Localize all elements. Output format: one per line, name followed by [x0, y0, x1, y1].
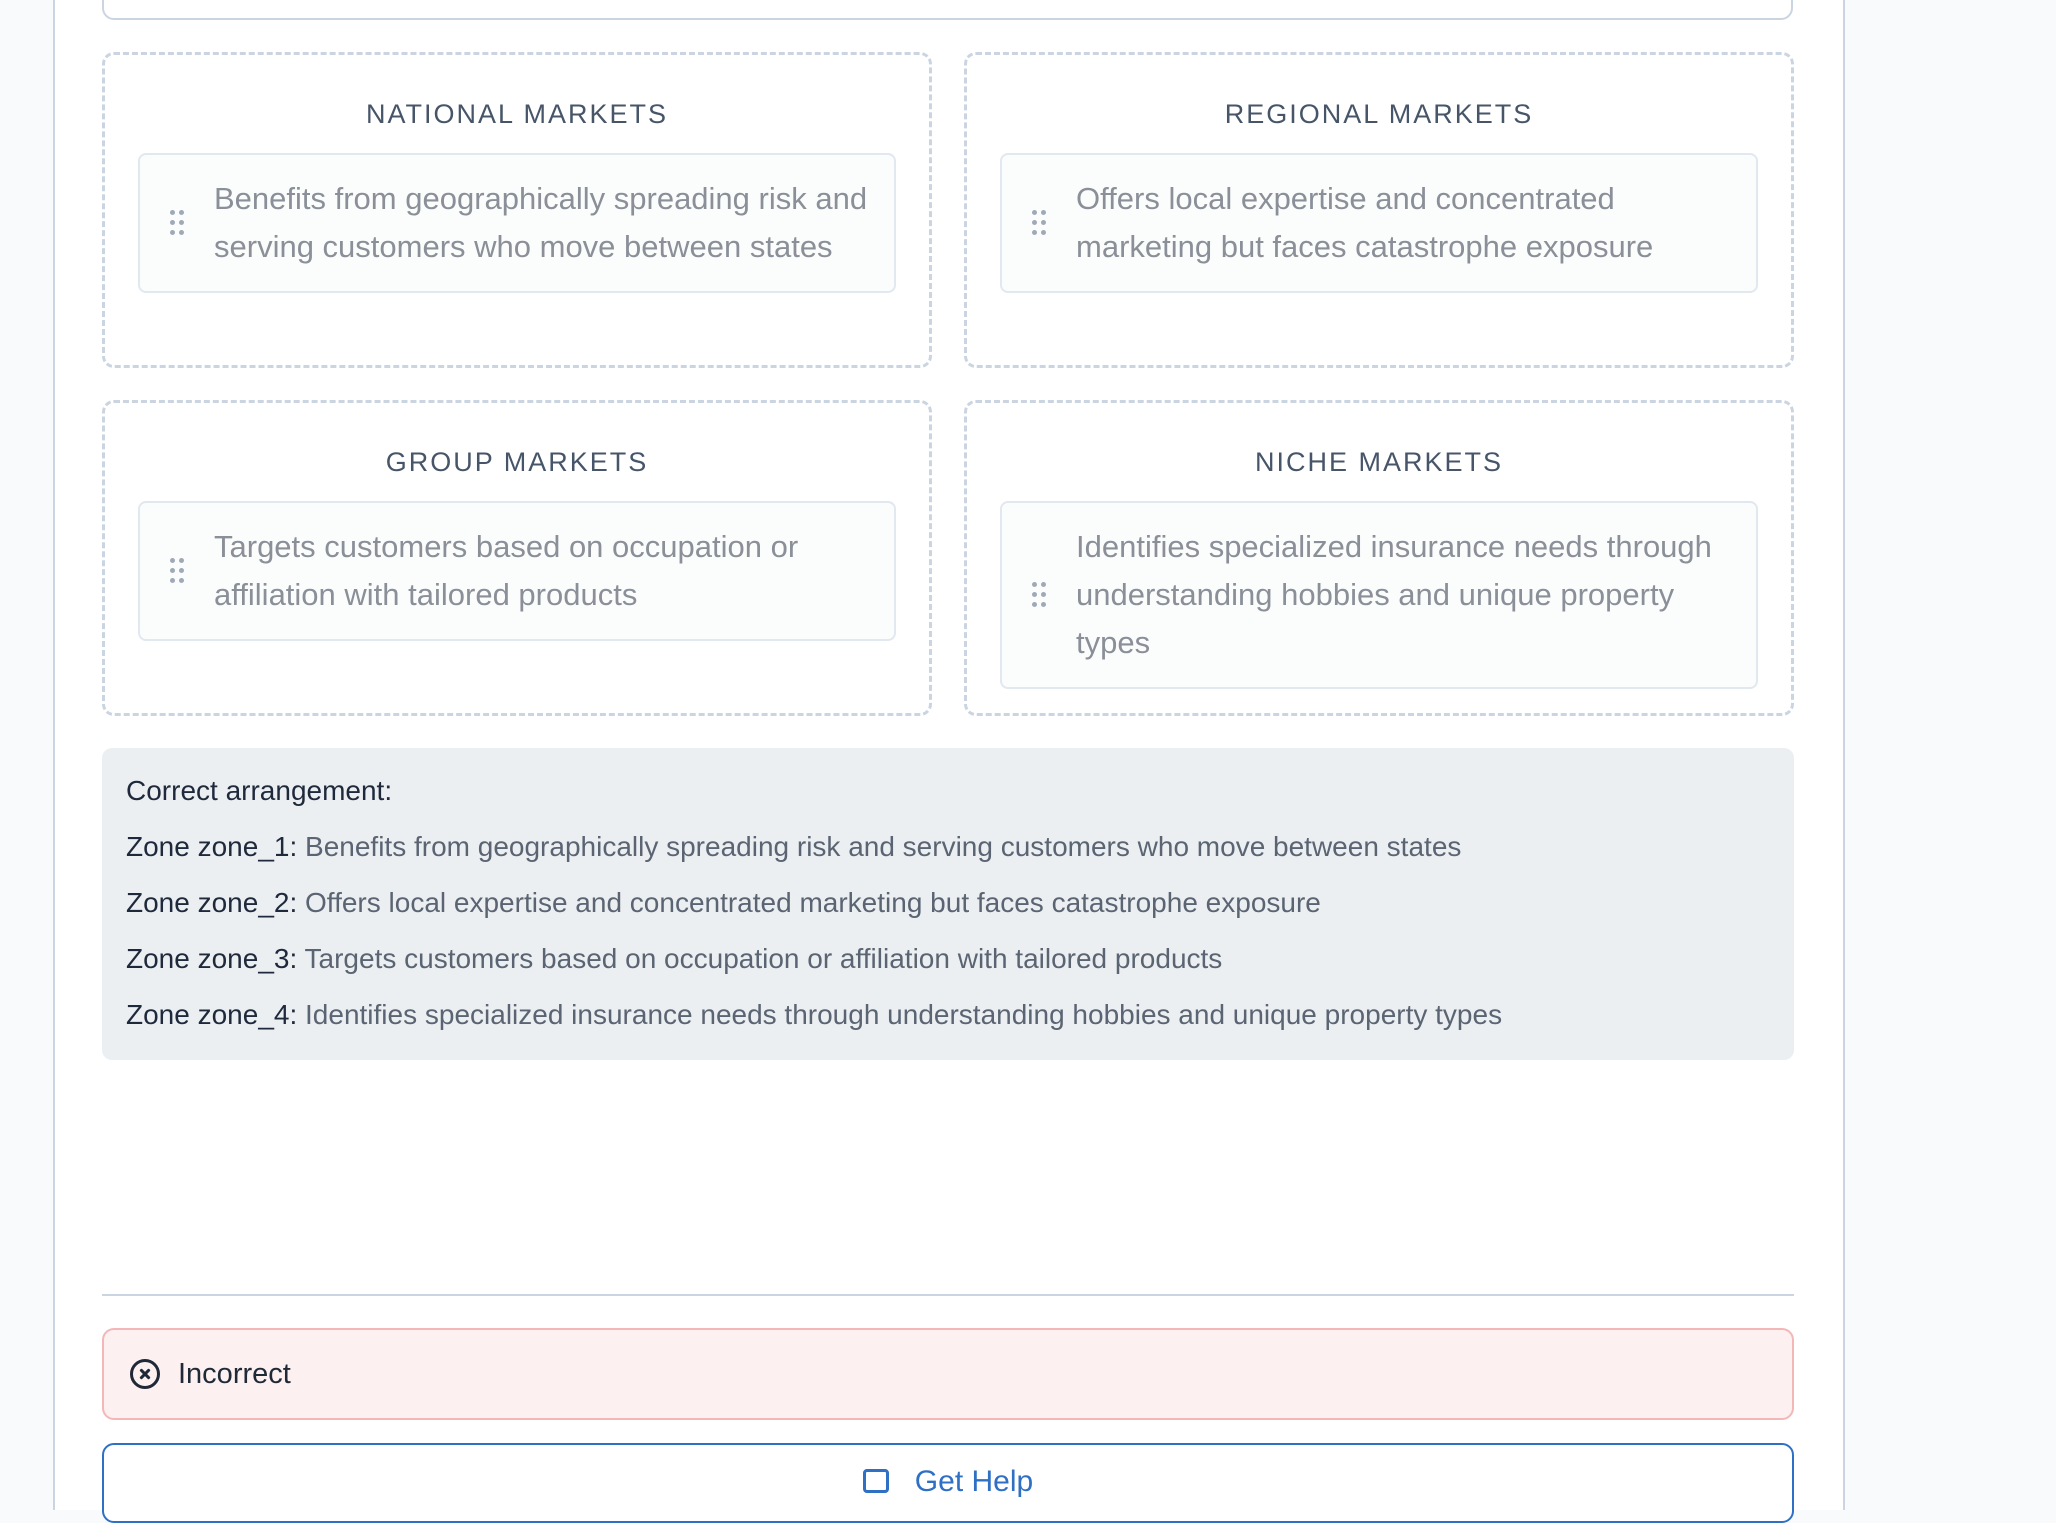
answer-zone-label: Zone zone_3:: [126, 943, 298, 974]
answer-zone-label: Zone zone_2:: [126, 887, 298, 918]
zone-title: NICHE MARKETS: [1254, 447, 1504, 477]
zone-title: NATIONAL MARKETS: [365, 99, 669, 129]
correct-arrangement-panel: Correct arrangement: Zone zone_1: Benefi…: [102, 748, 1794, 1060]
answer-zone-value: Targets customers based on occupation or…: [304, 943, 1223, 974]
drop-zone-group-markets[interactable]: GROUP MARKETS Targets customers based on…: [102, 400, 932, 716]
zone-title: REGIONAL MARKETS: [1224, 99, 1534, 129]
answer-zone-label: Zone zone_1:: [126, 831, 298, 862]
answer-line: Zone zone_1: Benefits from geographicall…: [126, 830, 1770, 864]
draggable-item-text: Targets customers based on occupation or…: [214, 529, 799, 612]
draggable-item[interactable]: Offers local expertise and concentrated …: [1000, 153, 1758, 293]
drag-handle-icon[interactable]: [1032, 210, 1046, 236]
answer-line: Zone zone_2: Offers local expertise and …: [126, 886, 1770, 920]
draggable-item-text: Benefits from geographically spreading r…: [214, 181, 868, 264]
result-banner: Incorrect: [102, 1328, 1794, 1420]
answer-zone-label: Zone zone_4:: [126, 999, 298, 1030]
zone-title: GROUP MARKETS: [385, 447, 649, 477]
divider: [102, 1294, 1794, 1296]
draggable-item[interactable]: Identifies specialized insurance needs t…: [1000, 501, 1758, 689]
draggable-item[interactable]: Targets customers based on occupation or…: [138, 501, 896, 641]
get-help-button[interactable]: Get Help: [102, 1443, 1794, 1523]
draggable-item-text: Identifies specialized insurance needs t…: [1076, 529, 1712, 660]
chat-icon: [862, 1469, 889, 1493]
draggable-item[interactable]: Benefits from geographically spreading r…: [138, 153, 896, 293]
answer-zone-value: Benefits from geographically spreading r…: [305, 831, 1462, 862]
previous-block: [102, 0, 1793, 20]
drag-handle-icon[interactable]: [170, 210, 184, 236]
drag-handle-icon[interactable]: [170, 558, 184, 584]
get-help-label: Get Help: [914, 1465, 1034, 1498]
answer-line: Zone zone_3: Targets customers based on …: [126, 942, 1770, 976]
drop-zone-national-markets[interactable]: NATIONAL MARKETS Benefits from geographi…: [102, 52, 932, 368]
correct-arrangement-heading: Correct arrangement:: [126, 775, 393, 806]
drag-handle-icon[interactable]: [1032, 582, 1046, 608]
x-circle-icon: [130, 1359, 160, 1389]
result-text: Incorrect: [178, 1357, 291, 1390]
drop-zone-regional-markets[interactable]: REGIONAL MARKETS Offers local expertise …: [964, 52, 1794, 368]
draggable-item-text: Offers local expertise and concentrated …: [1076, 181, 1654, 264]
answer-line: Zone zone_4: Identifies specialized insu…: [126, 998, 1770, 1032]
answer-zone-value: Offers local expertise and concentrated …: [305, 887, 1321, 918]
answer-zone-value: Identifies specialized insurance needs t…: [305, 999, 1503, 1030]
drop-zone-niche-markets[interactable]: NICHE MARKETS Identifies specialized ins…: [964, 400, 1794, 716]
